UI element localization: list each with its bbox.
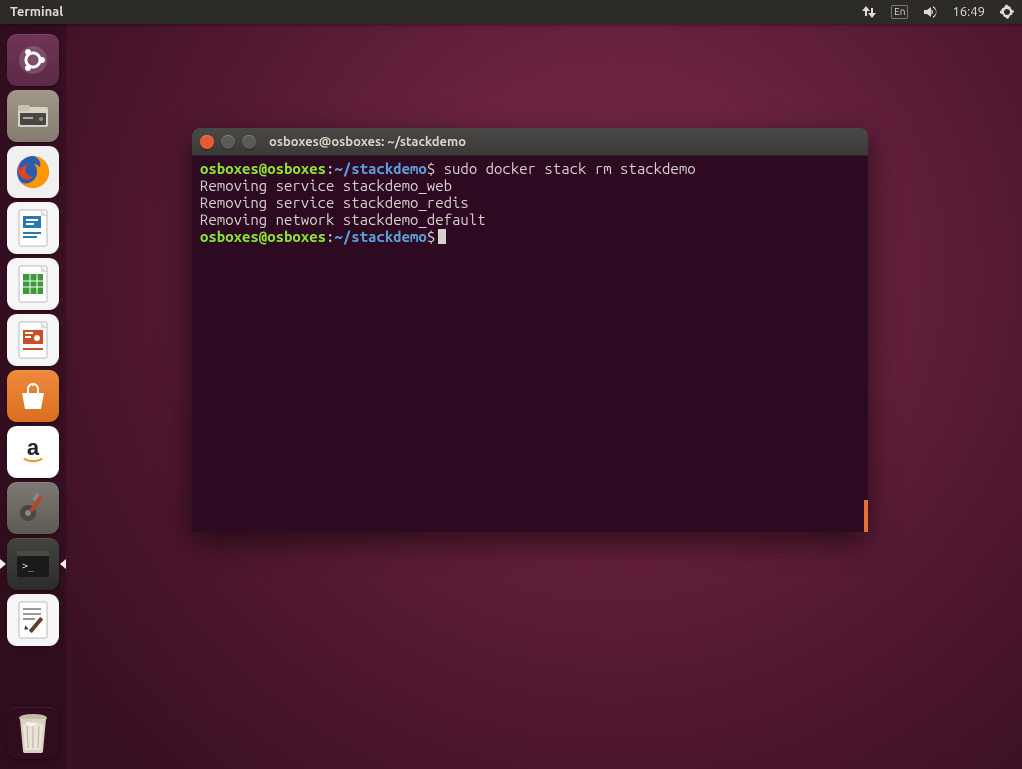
window-minimize-button[interactable] bbox=[221, 135, 235, 149]
launcher-trash[interactable] bbox=[7, 707, 59, 759]
files-icon bbox=[16, 101, 50, 131]
menu-bar: Terminal En 16:49 bbox=[0, 0, 1022, 24]
window-close-button[interactable] bbox=[200, 135, 214, 149]
launcher-firefox[interactable] bbox=[7, 146, 59, 198]
firefox-icon bbox=[14, 153, 52, 191]
terminal-window: osboxes@osboxes: ~/stackdemo osboxes@osb… bbox=[192, 128, 868, 532]
trash-icon bbox=[13, 710, 53, 756]
output-line: Removing service stackdemo_web bbox=[200, 177, 452, 194]
settings-icon bbox=[16, 491, 50, 525]
launcher-libreoffice-calc[interactable] bbox=[7, 258, 59, 310]
launcher-terminal[interactable]: >_ bbox=[7, 538, 59, 590]
window-title: osboxes@osboxes: ~/stackdemo bbox=[269, 135, 466, 149]
launcher-ubuntu-software[interactable] bbox=[7, 370, 59, 422]
network-indicator[interactable] bbox=[854, 0, 884, 24]
impress-icon bbox=[16, 320, 50, 360]
terminal-cursor bbox=[438, 229, 446, 244]
output-line: Removing network stackdemo_default bbox=[200, 211, 486, 228]
svg-text:a: a bbox=[27, 435, 40, 460]
launcher: a >_ bbox=[0, 24, 66, 769]
terminal-icon: >_ bbox=[15, 549, 51, 579]
launcher-amazon[interactable]: a bbox=[7, 426, 59, 478]
active-app-title[interactable]: Terminal bbox=[0, 5, 73, 19]
launcher-files[interactable] bbox=[7, 90, 59, 142]
software-icon bbox=[16, 381, 50, 411]
command-text: sudo docker stack rm stackdemo bbox=[435, 160, 695, 177]
output-line: Removing service stackdemo_redis bbox=[200, 194, 469, 211]
terminal-content[interactable]: osboxes@osboxes:~/stackdemo$ sudo docker… bbox=[192, 156, 868, 532]
launcher-libreoffice-impress[interactable] bbox=[7, 314, 59, 366]
ubuntu-icon bbox=[17, 44, 49, 76]
amazon-icon: a bbox=[16, 435, 50, 469]
launcher-text-editor[interactable] bbox=[7, 594, 59, 646]
window-maximize-button[interactable] bbox=[242, 135, 256, 149]
scrollbar-thumb[interactable] bbox=[864, 500, 868, 532]
sound-indicator[interactable] bbox=[915, 0, 945, 24]
writer-icon bbox=[16, 208, 50, 248]
launcher-libreoffice-writer[interactable] bbox=[7, 202, 59, 254]
system-settings-indicator[interactable] bbox=[992, 0, 1022, 24]
keyboard-language-indicator[interactable]: En bbox=[884, 0, 915, 24]
launcher-dash[interactable] bbox=[7, 34, 59, 86]
clock-indicator[interactable]: 16:49 bbox=[945, 0, 992, 24]
text-editor-icon bbox=[16, 600, 50, 640]
svg-text:>_: >_ bbox=[22, 561, 35, 572]
launcher-system-settings[interactable] bbox=[7, 482, 59, 534]
window-titlebar[interactable]: osboxes@osboxes: ~/stackdemo bbox=[192, 128, 868, 156]
calc-icon bbox=[16, 264, 50, 304]
